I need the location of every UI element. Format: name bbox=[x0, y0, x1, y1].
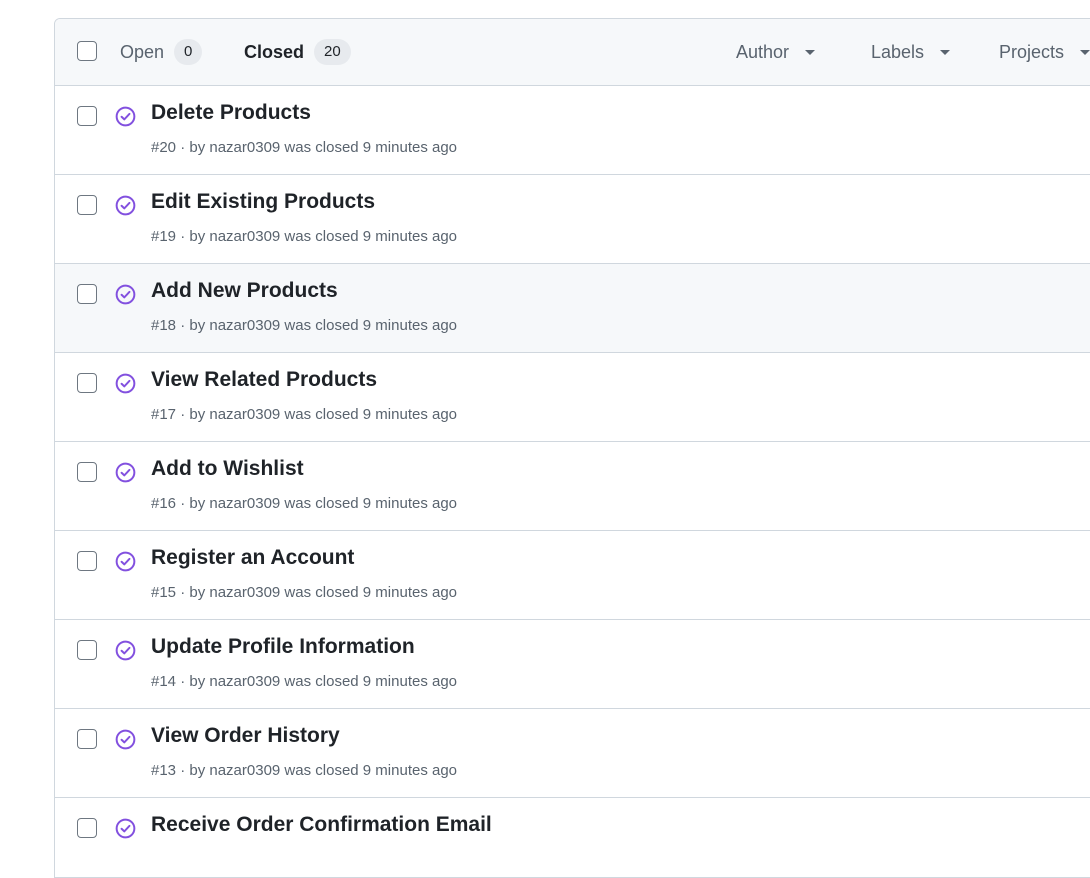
closed-count-badge: 20 bbox=[314, 39, 351, 65]
issue-checkbox[interactable] bbox=[77, 373, 97, 393]
labels-filter-label: Labels bbox=[871, 41, 925, 62]
closed-check-icon bbox=[115, 284, 136, 305]
issue-meta: #16 · by nazar0309 was closed 9 minutes … bbox=[151, 495, 458, 512]
issue-checkbox[interactable] bbox=[77, 818, 97, 838]
issue-title-link[interactable]: Edit Existing Products bbox=[151, 190, 375, 214]
issue-title-link[interactable]: Delete Products bbox=[151, 101, 311, 125]
open-label: Open bbox=[120, 41, 165, 62]
caret-down-icon bbox=[940, 49, 951, 55]
issue-meta: #18 · by nazar0309 was closed 9 minutes … bbox=[151, 317, 458, 334]
issue-meta: #14 · by nazar0309 was closed 9 minutes … bbox=[151, 673, 458, 690]
issue-title-link[interactable]: View Related Products bbox=[151, 368, 377, 392]
issue-row[interactable]: Update Profile Information #14 · by naza… bbox=[55, 620, 1090, 709]
issue-meta: #19 · by nazar0309 was closed 9 minutes … bbox=[151, 228, 458, 245]
issue-title-link[interactable]: Add New Products bbox=[151, 279, 338, 303]
issue-row[interactable]: Delete Products #20 · by nazar0309 was c… bbox=[55, 86, 1090, 175]
caret-down-icon bbox=[1080, 49, 1090, 55]
issues-list: Open 0 Closed 20 Author Labels Projects … bbox=[54, 18, 1090, 878]
issue-row[interactable]: Edit Existing Products #19 · by nazar030… bbox=[55, 175, 1090, 264]
issue-checkbox[interactable] bbox=[77, 640, 97, 660]
closed-label: Closed bbox=[244, 41, 305, 62]
issue-row[interactable]: View Related Products #17 · by nazar0309… bbox=[55, 353, 1090, 442]
closed-check-icon bbox=[115, 818, 136, 839]
issue-checkbox[interactable] bbox=[77, 284, 97, 304]
issue-title-link[interactable]: Update Profile Information bbox=[151, 635, 415, 659]
closed-check-icon bbox=[115, 551, 136, 572]
open-issues-tab[interactable]: Open 0 bbox=[120, 39, 203, 65]
issue-title-link[interactable]: Register an Account bbox=[151, 546, 354, 570]
issue-meta: #15 · by nazar0309 was closed 9 minutes … bbox=[151, 584, 458, 601]
caret-down-icon bbox=[805, 49, 816, 55]
issue-checkbox[interactable] bbox=[77, 551, 97, 571]
closed-check-icon bbox=[115, 106, 136, 127]
issue-row[interactable]: Add New Products #18 · by nazar0309 was … bbox=[55, 264, 1090, 353]
issue-row[interactable]: Add to Wishlist #16 · by nazar0309 was c… bbox=[55, 442, 1090, 531]
issue-row[interactable]: Register an Account #15 · by nazar0309 w… bbox=[55, 531, 1090, 620]
author-filter-label: Author bbox=[736, 41, 790, 62]
issue-meta: #20 · by nazar0309 was closed 9 minutes … bbox=[151, 139, 458, 156]
closed-issues-tab[interactable]: Closed 20 bbox=[244, 39, 351, 65]
closed-check-icon bbox=[115, 462, 136, 483]
issue-checkbox[interactable] bbox=[77, 729, 97, 749]
issue-checkbox[interactable] bbox=[77, 195, 97, 215]
projects-filter-label: Projects bbox=[999, 41, 1065, 62]
projects-filter-dropdown[interactable]: Projects bbox=[999, 39, 1090, 65]
issue-meta: #17 · by nazar0309 was closed 9 minutes … bbox=[151, 406, 458, 423]
issue-title-link[interactable]: View Order History bbox=[151, 724, 340, 748]
closed-check-icon bbox=[115, 373, 136, 394]
issue-title-link[interactable]: Add to Wishlist bbox=[151, 457, 304, 481]
issues-list-header: Open 0 Closed 20 Author Labels Projects bbox=[55, 19, 1090, 86]
labels-filter-dropdown[interactable]: Labels bbox=[871, 39, 951, 65]
issue-row[interactable]: Receive Order Confirmation Email bbox=[55, 798, 1090, 877]
issue-meta: #13 · by nazar0309 was closed 9 minutes … bbox=[151, 762, 458, 779]
closed-check-icon bbox=[115, 640, 136, 661]
issue-checkbox[interactable] bbox=[77, 462, 97, 482]
issue-row[interactable]: View Order History #13 · by nazar0309 wa… bbox=[55, 709, 1090, 798]
open-count-badge: 0 bbox=[174, 39, 203, 65]
closed-check-icon bbox=[115, 195, 136, 216]
select-all-checkbox[interactable] bbox=[77, 41, 97, 61]
closed-check-icon bbox=[115, 729, 136, 750]
issue-title-link[interactable]: Receive Order Confirmation Email bbox=[151, 813, 492, 837]
author-filter-dropdown[interactable]: Author bbox=[736, 39, 816, 65]
issue-checkbox[interactable] bbox=[77, 106, 97, 126]
